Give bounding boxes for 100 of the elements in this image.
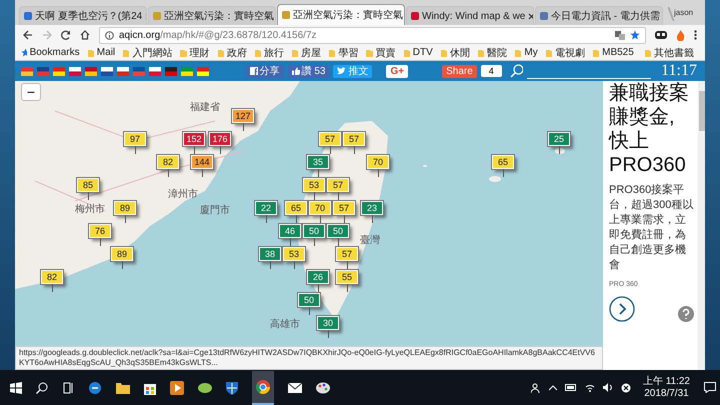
- ad-text: PRO360接案平台，超過300種以上專業需求，立即免費註冊，為自己創造更多機會: [609, 183, 694, 273]
- task-view-icon[interactable]: [62, 382, 74, 394]
- windows-icon[interactable]: [10, 382, 22, 394]
- folder-icon: [292, 48, 298, 56]
- battery-icon[interactable]: [564, 384, 577, 391]
- bookmark-item[interactable]: 電視劇: [554, 46, 585, 60]
- folder-icon: [478, 48, 484, 56]
- zoom-out-button[interactable]: −: [21, 83, 41, 101]
- bookmark-item[interactable]: 理財: [190, 46, 210, 60]
- bookmark-item[interactable]: Bookmarks: [30, 47, 80, 58]
- place-label: 漳州市: [168, 188, 198, 201]
- ad-headline[interactable]: 兼職接案 賺獎金, 快上 PRO360: [609, 81, 694, 177]
- wifi-icon[interactable]: [584, 383, 595, 392]
- status-url: https://googleads.g.doubleclick.net/aclk?sa=l&ai=Cge13tdRfW6zyHITW2ASDw7IQBKXhirJQo-eQ0eIG-fyLyeQLEAEgx8fRIGCf0aEGoAHIlamkA8gBAakCC4EtVV6KYT6oAwHIA8sEqgScAU_Qh3qS35BEm43kGsWLTS...: [15, 346, 603, 370]
- menu-icon[interactable]: [694, 30, 697, 40]
- flag-icon[interactable]: [149, 66, 161, 76]
- browser-tab[interactable]: Windy: Wind map & we: [406, 6, 534, 25]
- flame-icon[interactable]: [676, 30, 685, 40]
- people-icon[interactable]: [530, 382, 541, 392]
- bookmark-item[interactable]: 政府: [226, 46, 247, 60]
- bookmark-item[interactable]: 醫院: [487, 46, 508, 60]
- browser-tab[interactable]: 天啊 夏季也空污？(第24: [19, 6, 147, 25]
- tab-title: 亞洲空氣污染：實時空氣: [164, 10, 274, 23]
- bookmark-item[interactable]: 買賣: [376, 46, 396, 60]
- caret-icon[interactable]: [548, 384, 557, 390]
- bird-icon: [337, 67, 346, 75]
- folder-icon: [329, 48, 336, 56]
- place-label: 臺灣: [360, 234, 380, 247]
- folder-icon: [123, 48, 130, 56]
- flag-icon[interactable]: [101, 66, 113, 76]
- favicon-icon: [540, 12, 548, 20]
- bookmark-item[interactable]: Mail: [96, 47, 116, 58]
- bookmark-item[interactable]: My: [524, 47, 538, 58]
- bookmark-item[interactable]: DTV: [412, 47, 433, 58]
- bookmark-item[interactable]: MB525: [602, 47, 634, 58]
- bookmark-item[interactable]: 房屋: [301, 46, 322, 60]
- profile-name[interactable]: jason: [674, 8, 694, 17]
- folder-icon: [366, 48, 373, 56]
- address-bar[interactable]: aqicn.org/map/hk/#@g/23.6878/120.4156/7z: [99, 26, 646, 44]
- browser-tab[interactable]: 亞洲空氣污染：實時空氣: [148, 6, 276, 25]
- folder-icon: [515, 48, 522, 56]
- close-icon[interactable]: [528, 12, 533, 20]
- time-display: 11:17: [661, 62, 697, 80]
- favicon-icon: [411, 12, 419, 20]
- notification-icon[interactable]: [704, 382, 716, 393]
- favicon-icon: [282, 11, 290, 19]
- thumbs-up-icon: [292, 67, 300, 75]
- flag-icon[interactable]: [53, 66, 65, 76]
- flag-icon[interactable]: [85, 66, 97, 76]
- folder-icon: [404, 48, 410, 56]
- palette-icon[interactable]: [316, 382, 330, 394]
- chrome-icon[interactable]: [252, 370, 274, 404]
- bookmark-item[interactable]: 入門網站: [132, 46, 172, 60]
- flag-icon[interactable]: [197, 66, 209, 76]
- taskbar-date: 2018/7/31: [644, 388, 689, 400]
- browser-tab[interactable]: 亞洲空氣污染：實時空氣: [277, 4, 405, 25]
- speaker-icon[interactable]: [602, 383, 613, 392]
- info-icon[interactable]: [105, 30, 114, 40]
- star-icon: [21, 48, 27, 57]
- folder-icon: [440, 48, 447, 56]
- mail-icon[interactable]: [288, 382, 302, 392]
- browser-tab[interactable]: 今日電力資訊 - 電力供需: [535, 6, 663, 25]
- help-icon[interactable]: [678, 306, 694, 322]
- home-icon[interactable]: [80, 30, 90, 40]
- like-button[interactable]: 讚 53: [288, 64, 330, 78]
- facebook-share-button[interactable]: 分享: [246, 64, 284, 78]
- share-count: 4: [480, 65, 502, 77]
- bookmark-item[interactable]: 休閒: [450, 46, 470, 60]
- flag-icon[interactable]: [181, 66, 193, 76]
- folder-icon: [254, 48, 261, 56]
- place-label: 梅州市: [75, 202, 105, 216]
- google-plus-button[interactable]: G+: [386, 64, 408, 78]
- mask-icon[interactable]: [655, 31, 667, 39]
- bookmark-item[interactable]: 旅行: [264, 46, 284, 60]
- folder-icon[interactable]: [116, 382, 130, 394]
- folder-icon: [644, 48, 652, 56]
- tab-title: 今日電力資訊 - 電力供需: [551, 10, 660, 23]
- back-icon[interactable]: [23, 30, 33, 40]
- other-bookmarks[interactable]: 其他書籤: [654, 46, 694, 60]
- close-circle-icon[interactable]: [620, 382, 631, 392]
- star-icon[interactable]: [630, 30, 640, 40]
- folder-icon: [592, 48, 600, 56]
- shield-icon[interactable]: [226, 380, 238, 394]
- arrow-button-icon[interactable]: [609, 296, 635, 322]
- map[interactable]: 福建省 漳州市 梅州市 廈門市 臺灣 高雄市 127 97 152 176 57 57 25 82 144 35 70 65 85 53 57 89 22 65 70 57 23 76 46 50 50 89 38 53 57 82 26 55 50 30 −: [15, 81, 603, 346]
- media-player-icon[interactable]: [170, 380, 184, 394]
- reload-icon[interactable]: [61, 30, 71, 40]
- place-label: 廈門市: [200, 204, 230, 217]
- place-label: 福建省: [190, 100, 220, 114]
- bookmark-item[interactable]: 學習: [338, 46, 358, 60]
- folder-icon: [88, 48, 94, 56]
- place-label: 高雄市: [270, 318, 300, 331]
- flag-icon[interactable]: [117, 66, 129, 76]
- share-button[interactable]: Share: [442, 64, 477, 78]
- facebook-icon: [250, 67, 258, 75]
- tab-title: Windy: Wind map & we: [422, 10, 526, 22]
- flag-icon[interactable]: [165, 66, 177, 76]
- tab-title: 亞洲空氣污染：實時空氣: [293, 8, 403, 22]
- search-icon[interactable]: [36, 382, 48, 394]
- flag-icon[interactable]: [69, 66, 81, 76]
